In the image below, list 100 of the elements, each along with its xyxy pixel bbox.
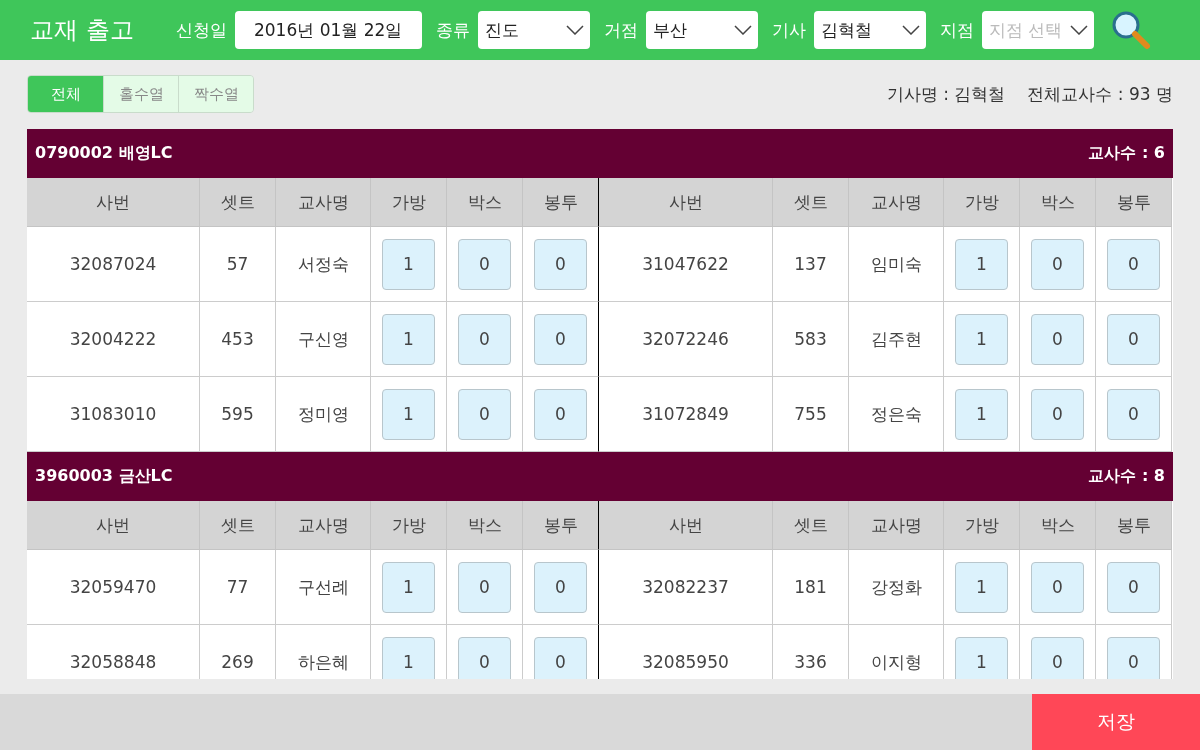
column-header: 가방 <box>944 501 1020 550</box>
table-cell: 김주현 <box>870 327 922 351</box>
table-cell: 137 <box>794 254 827 274</box>
summary-text: 기사명 : 김혁철 <box>886 82 1006 106</box>
column-header: 교사명 <box>849 501 944 550</box>
column-header: 봉투 <box>1096 178 1172 227</box>
table-cell: 453 <box>221 329 254 349</box>
table-cell: 269 <box>221 652 254 672</box>
quantity-field[interactable]: 1 <box>382 388 435 440</box>
quantity-field[interactable]: 1 <box>382 313 435 365</box>
quantity-field[interactable]: 0 <box>1031 636 1084 679</box>
table-cell: 57 <box>226 254 249 274</box>
chevron-down-icon <box>1069 25 1088 35</box>
chevron-down-icon <box>901 25 920 35</box>
quantity-field[interactable]: 1 <box>382 636 435 679</box>
table-cell: 정은숙 <box>870 402 922 426</box>
quantity-field[interactable]: 0 <box>458 388 511 440</box>
quantity-field[interactable]: 0 <box>458 636 511 679</box>
table-cell: 32058848 <box>69 652 157 672</box>
quantity-field[interactable]: 0 <box>1107 238 1160 290</box>
column-header: 가방 <box>371 501 447 550</box>
column-header: 교사명 <box>276 501 371 550</box>
column-header: 교사명 <box>849 178 944 227</box>
filter-label: 신청일 <box>175 18 227 42</box>
table-cell: 32059470 <box>69 577 157 597</box>
quantity-field[interactable]: 0 <box>1031 238 1084 290</box>
table-cell: 755 <box>794 404 827 424</box>
table-cell: 181 <box>794 577 827 597</box>
quantity-field[interactable]: 1 <box>955 313 1008 365</box>
quantity-field[interactable]: 0 <box>458 238 511 290</box>
quantity-field[interactable]: 0 <box>1031 313 1084 365</box>
quantity-field[interactable]: 0 <box>1107 388 1160 440</box>
quantity-field[interactable]: 1 <box>382 561 435 613</box>
quantity-field[interactable]: 0 <box>458 313 511 365</box>
column-header: 교사명 <box>276 178 371 227</box>
column-header: 가방 <box>944 178 1020 227</box>
quantity-field[interactable]: 0 <box>534 388 587 440</box>
group-title: 0790002 배영LC <box>35 143 173 164</box>
column-header: 봉투 <box>1096 501 1172 550</box>
table-cell: 32082237 <box>642 577 729 597</box>
chevron-down-icon <box>565 25 584 35</box>
quantity-field[interactable]: 0 <box>534 561 587 613</box>
column-header: 셋트 <box>773 178 849 227</box>
filter-label: 종류 <box>435 18 470 42</box>
quantity-field[interactable]: 0 <box>534 238 587 290</box>
chevron-down-icon <box>733 25 752 35</box>
table-cell: 구신영 <box>297 327 349 351</box>
table-cell: 32085950 <box>642 652 729 672</box>
column-header: 박스 <box>1020 501 1096 550</box>
page-title: 교재 출고 <box>30 15 134 46</box>
quantity-field[interactable]: 0 <box>534 313 587 365</box>
quantity-field[interactable]: 0 <box>1031 388 1084 440</box>
quantity-field[interactable]: 0 <box>458 561 511 613</box>
quantity-field[interactable]: 1 <box>382 238 435 290</box>
table-cell: 32087024 <box>69 254 157 274</box>
column-header: 박스 <box>1020 178 1096 227</box>
table-cell: 583 <box>794 329 827 349</box>
filter-label: 거점 <box>603 18 638 42</box>
table-cell: 구선례 <box>297 575 349 599</box>
group-title: 3960003 금산LC <box>35 466 173 487</box>
column-header: 사번 <box>599 501 773 550</box>
table-cell: 32004222 <box>69 329 157 349</box>
table-cell: 595 <box>221 404 254 424</box>
table-cell: 임미숙 <box>870 252 922 276</box>
table-cell: 강정화 <box>870 575 922 599</box>
quantity-field[interactable]: 0 <box>1107 636 1160 679</box>
column-header: 사번 <box>27 178 200 227</box>
date-field[interactable]: 2016년 01월 22일 <box>234 11 422 49</box>
dropdown[interactable]: 진도 <box>477 11 590 49</box>
teacher-count: 교사수 : 8 <box>1088 466 1165 487</box>
quantity-field[interactable]: 1 <box>955 561 1008 613</box>
column-header: 봉투 <box>523 178 599 227</box>
column-header: 셋트 <box>200 178 276 227</box>
quantity-field[interactable]: 0 <box>1107 561 1160 613</box>
column-header: 박스 <box>447 501 523 550</box>
filter-label: 기사 <box>771 18 806 42</box>
table-cell: 서정숙 <box>297 252 349 276</box>
summary-text: 전체교사수 : 93 명 <box>1027 82 1173 106</box>
quantity-field[interactable]: 0 <box>1031 561 1084 613</box>
quantity-field[interactable]: 1 <box>955 238 1008 290</box>
table-cell: 31072849 <box>642 404 729 424</box>
teacher-count: 교사수 : 6 <box>1088 143 1165 164</box>
table-cell: 이지형 <box>870 650 922 674</box>
quantity-field[interactable]: 1 <box>955 388 1008 440</box>
quantity-field[interactable]: 0 <box>1107 313 1160 365</box>
column-header: 박스 <box>447 178 523 227</box>
dropdown[interactable]: 김혁철 <box>813 11 926 49</box>
table-cell: 31083010 <box>69 404 157 424</box>
column-header: 셋트 <box>773 501 849 550</box>
column-header: 가방 <box>371 178 447 227</box>
quantity-field[interactable]: 1 <box>955 636 1008 679</box>
filter-label: 지점 <box>939 18 974 42</box>
column-header: 봉투 <box>523 501 599 550</box>
table-cell: 31047622 <box>642 254 729 274</box>
table-cell: 336 <box>794 652 827 672</box>
table-cell: 정미영 <box>297 402 349 426</box>
quantity-field[interactable]: 0 <box>534 636 587 679</box>
column-header: 사번 <box>27 501 200 550</box>
table-cell: 하은혜 <box>297 650 349 674</box>
dropdown[interactable]: 부산 <box>645 11 758 49</box>
